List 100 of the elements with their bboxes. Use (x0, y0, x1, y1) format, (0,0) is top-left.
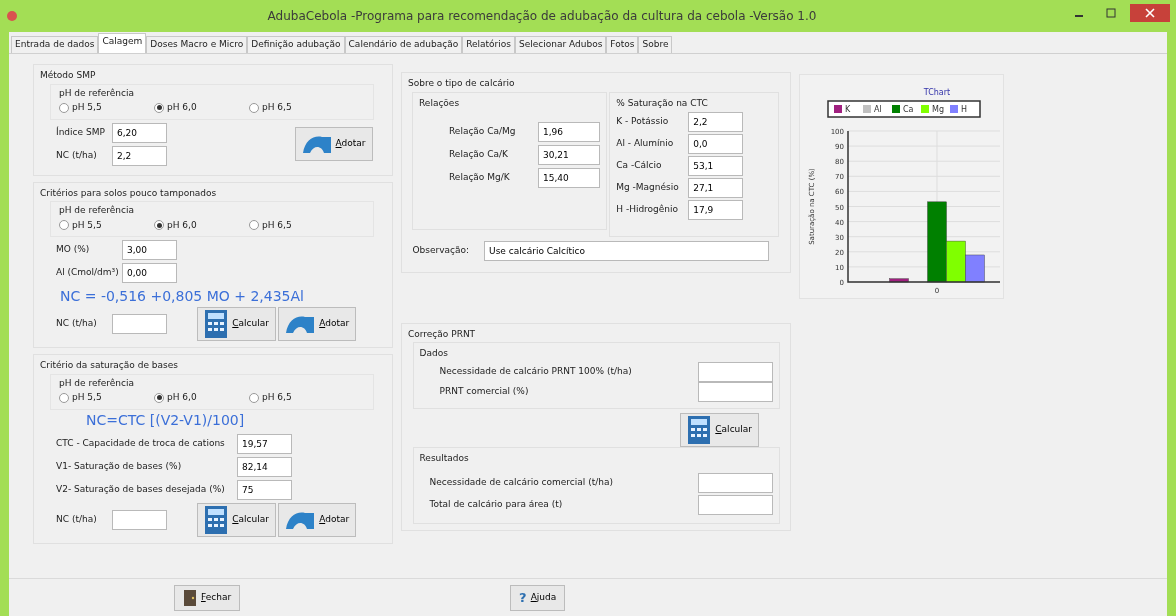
radio-circle[interactable] (249, 392, 259, 403)
field-label: NC (t/ha) (56, 317, 98, 331)
field-label: Relação Ca/K (449, 148, 509, 162)
tab[interactable]: Definição adubação (247, 36, 345, 53)
radio-circle[interactable] (59, 392, 69, 403)
tab[interactable]: Relatórios (462, 36, 515, 53)
input-field[interactable] (697, 472, 773, 493)
adopt-button[interactable]: Adotar (278, 307, 357, 341)
radio-circle[interactable] (249, 220, 259, 231)
input-field[interactable]: 1,96 (538, 122, 600, 142)
group-title: Sobre o tipo de calcário (408, 77, 516, 90)
radio-circle[interactable] (154, 220, 164, 231)
radio-circle[interactable] (154, 102, 164, 113)
curve-icon (285, 314, 316, 334)
input-field[interactable] (112, 314, 167, 334)
chart-title: TChart (923, 88, 951, 97)
input-field[interactable]: 27,1 (688, 178, 744, 198)
bar (889, 278, 909, 283)
input-field[interactable]: 17,9 (688, 200, 744, 220)
field-label: Necessidade de calcário comercial (t/ha) (429, 475, 614, 489)
input-field[interactable]: 0,0 (688, 134, 744, 154)
radio-label[interactable]: pH 6,5 (262, 218, 292, 232)
curve-icon (301, 134, 332, 154)
radio-circle[interactable] (59, 220, 69, 231)
calculate-button[interactable]: Calcular (680, 412, 759, 447)
input-field[interactable] (697, 381, 773, 402)
radio-circle[interactable] (154, 392, 164, 403)
input-field[interactable]: 75 (237, 479, 292, 500)
input-field[interactable]: 0,00 (122, 263, 177, 283)
close-icon (1145, 8, 1155, 18)
input-field[interactable]: 2,2 (688, 112, 744, 132)
radio-label[interactable]: pH 6,5 (262, 101, 292, 115)
tab[interactable]: Calendário de adubação (344, 36, 463, 53)
calculator-icon (687, 414, 712, 445)
radio-label[interactable]: pH 6,0 (167, 101, 197, 115)
tab[interactable]: Doses Macro e Micro (146, 36, 248, 53)
field-label: Relação Ca/Mg (449, 125, 517, 139)
radio-circle[interactable] (59, 102, 69, 113)
tab[interactable]: Fotos (606, 36, 639, 53)
close-button[interactable] (1130, 4, 1170, 22)
radio-label[interactable]: pH 6,0 (167, 391, 197, 405)
input-field[interactable]: 53,1 (688, 156, 744, 176)
tab[interactable]: Sobre (638, 36, 673, 53)
legend-label: Al (874, 105, 882, 114)
group-title: Correção PRNT (408, 327, 477, 341)
radio-label[interactable]: pH 5,5 (72, 101, 102, 115)
input-field[interactable]: 19,57 (237, 433, 292, 454)
close-button[interactable]: Fechar (174, 584, 241, 611)
field-label: PRNT comercial (%) (439, 384, 530, 398)
legend-label: Mg (932, 105, 944, 114)
group-title: Resultados (419, 451, 470, 465)
calculator-icon (204, 309, 229, 339)
field-label: CTC - Capacidade de troca de cations (56, 436, 226, 450)
adopt-button[interactable]: Adotar (278, 502, 357, 537)
window-title: AdubaCebola -Programa para recomendação de adubação da cultura da cebola -Versão 1.0 (266, 8, 818, 25)
group-title: pH de referência (59, 376, 135, 390)
group-title: % Saturação na CTC (616, 96, 709, 110)
adopt-button[interactable]: Adotar (294, 127, 373, 161)
radio-label[interactable]: pH 5,5 (72, 218, 102, 232)
field-label: Mg -Magnésio (616, 181, 680, 195)
input-field[interactable]: 6,20 (112, 122, 167, 143)
input-field[interactable]: 82,14 (237, 456, 292, 477)
radio-label[interactable]: pH 5,5 (72, 391, 102, 405)
input-field[interactable] (697, 494, 773, 515)
field-label: Índice SMP (56, 125, 106, 139)
calculate-button[interactable]: Calcular (197, 307, 276, 341)
calculate-button[interactable]: Calcular (197, 502, 276, 537)
input-field[interactable]: 15,40 (538, 168, 600, 188)
input-field[interactable] (697, 361, 773, 382)
field-label: Necessidade de calcário PRNT 100% (t/ha) (439, 364, 633, 378)
field-label: V1- Saturação de bases (%) (56, 459, 183, 473)
input-field[interactable]: 3,00 (122, 240, 177, 260)
radio-label[interactable]: pH 6,0 (167, 218, 197, 232)
tab[interactable]: Calagem (98, 33, 147, 53)
legend-label: K (845, 105, 851, 114)
tab[interactable]: Selecionar Adubos (515, 36, 607, 53)
group-title: Critérios para solos pouco tamponados (40, 186, 218, 200)
help-button[interactable]: ? Ajuda (510, 584, 566, 611)
input-field[interactable] (112, 509, 167, 530)
group-title: pH de referência (59, 204, 135, 217)
formula-text: NC=CTC [(V2-V1)/100] (85, 410, 246, 430)
field-label: H -Hidrogênio (616, 203, 680, 217)
input-field[interactable]: Use calcário Calcítico (484, 241, 770, 261)
field-label: Relação Mg/K (449, 171, 511, 185)
field-label: Total de calcário para área (t) (429, 497, 564, 511)
legend-label: Ca (903, 105, 914, 114)
field-label: V2- Saturação de bases desejada (%) (56, 482, 226, 496)
minimize-icon (1075, 15, 1083, 17)
field-label: NC (t/ha) (56, 512, 98, 526)
field-label: Al - Alumínio (616, 137, 675, 151)
input-field[interactable]: 30,21 (538, 145, 600, 165)
tab[interactable]: Entrada de dados (11, 36, 99, 53)
input-field[interactable]: 2,2 (112, 145, 167, 166)
app-icon (6, 10, 18, 22)
radio-circle[interactable] (249, 102, 259, 113)
radio-label[interactable]: pH 6,5 (262, 391, 292, 405)
legend-label: H (961, 105, 967, 114)
formula-text: NC = -0,516 +0,805 MO + 2,435Al (59, 287, 305, 306)
group-title: pH de referência (59, 86, 135, 100)
group-title: Relações (419, 96, 461, 110)
